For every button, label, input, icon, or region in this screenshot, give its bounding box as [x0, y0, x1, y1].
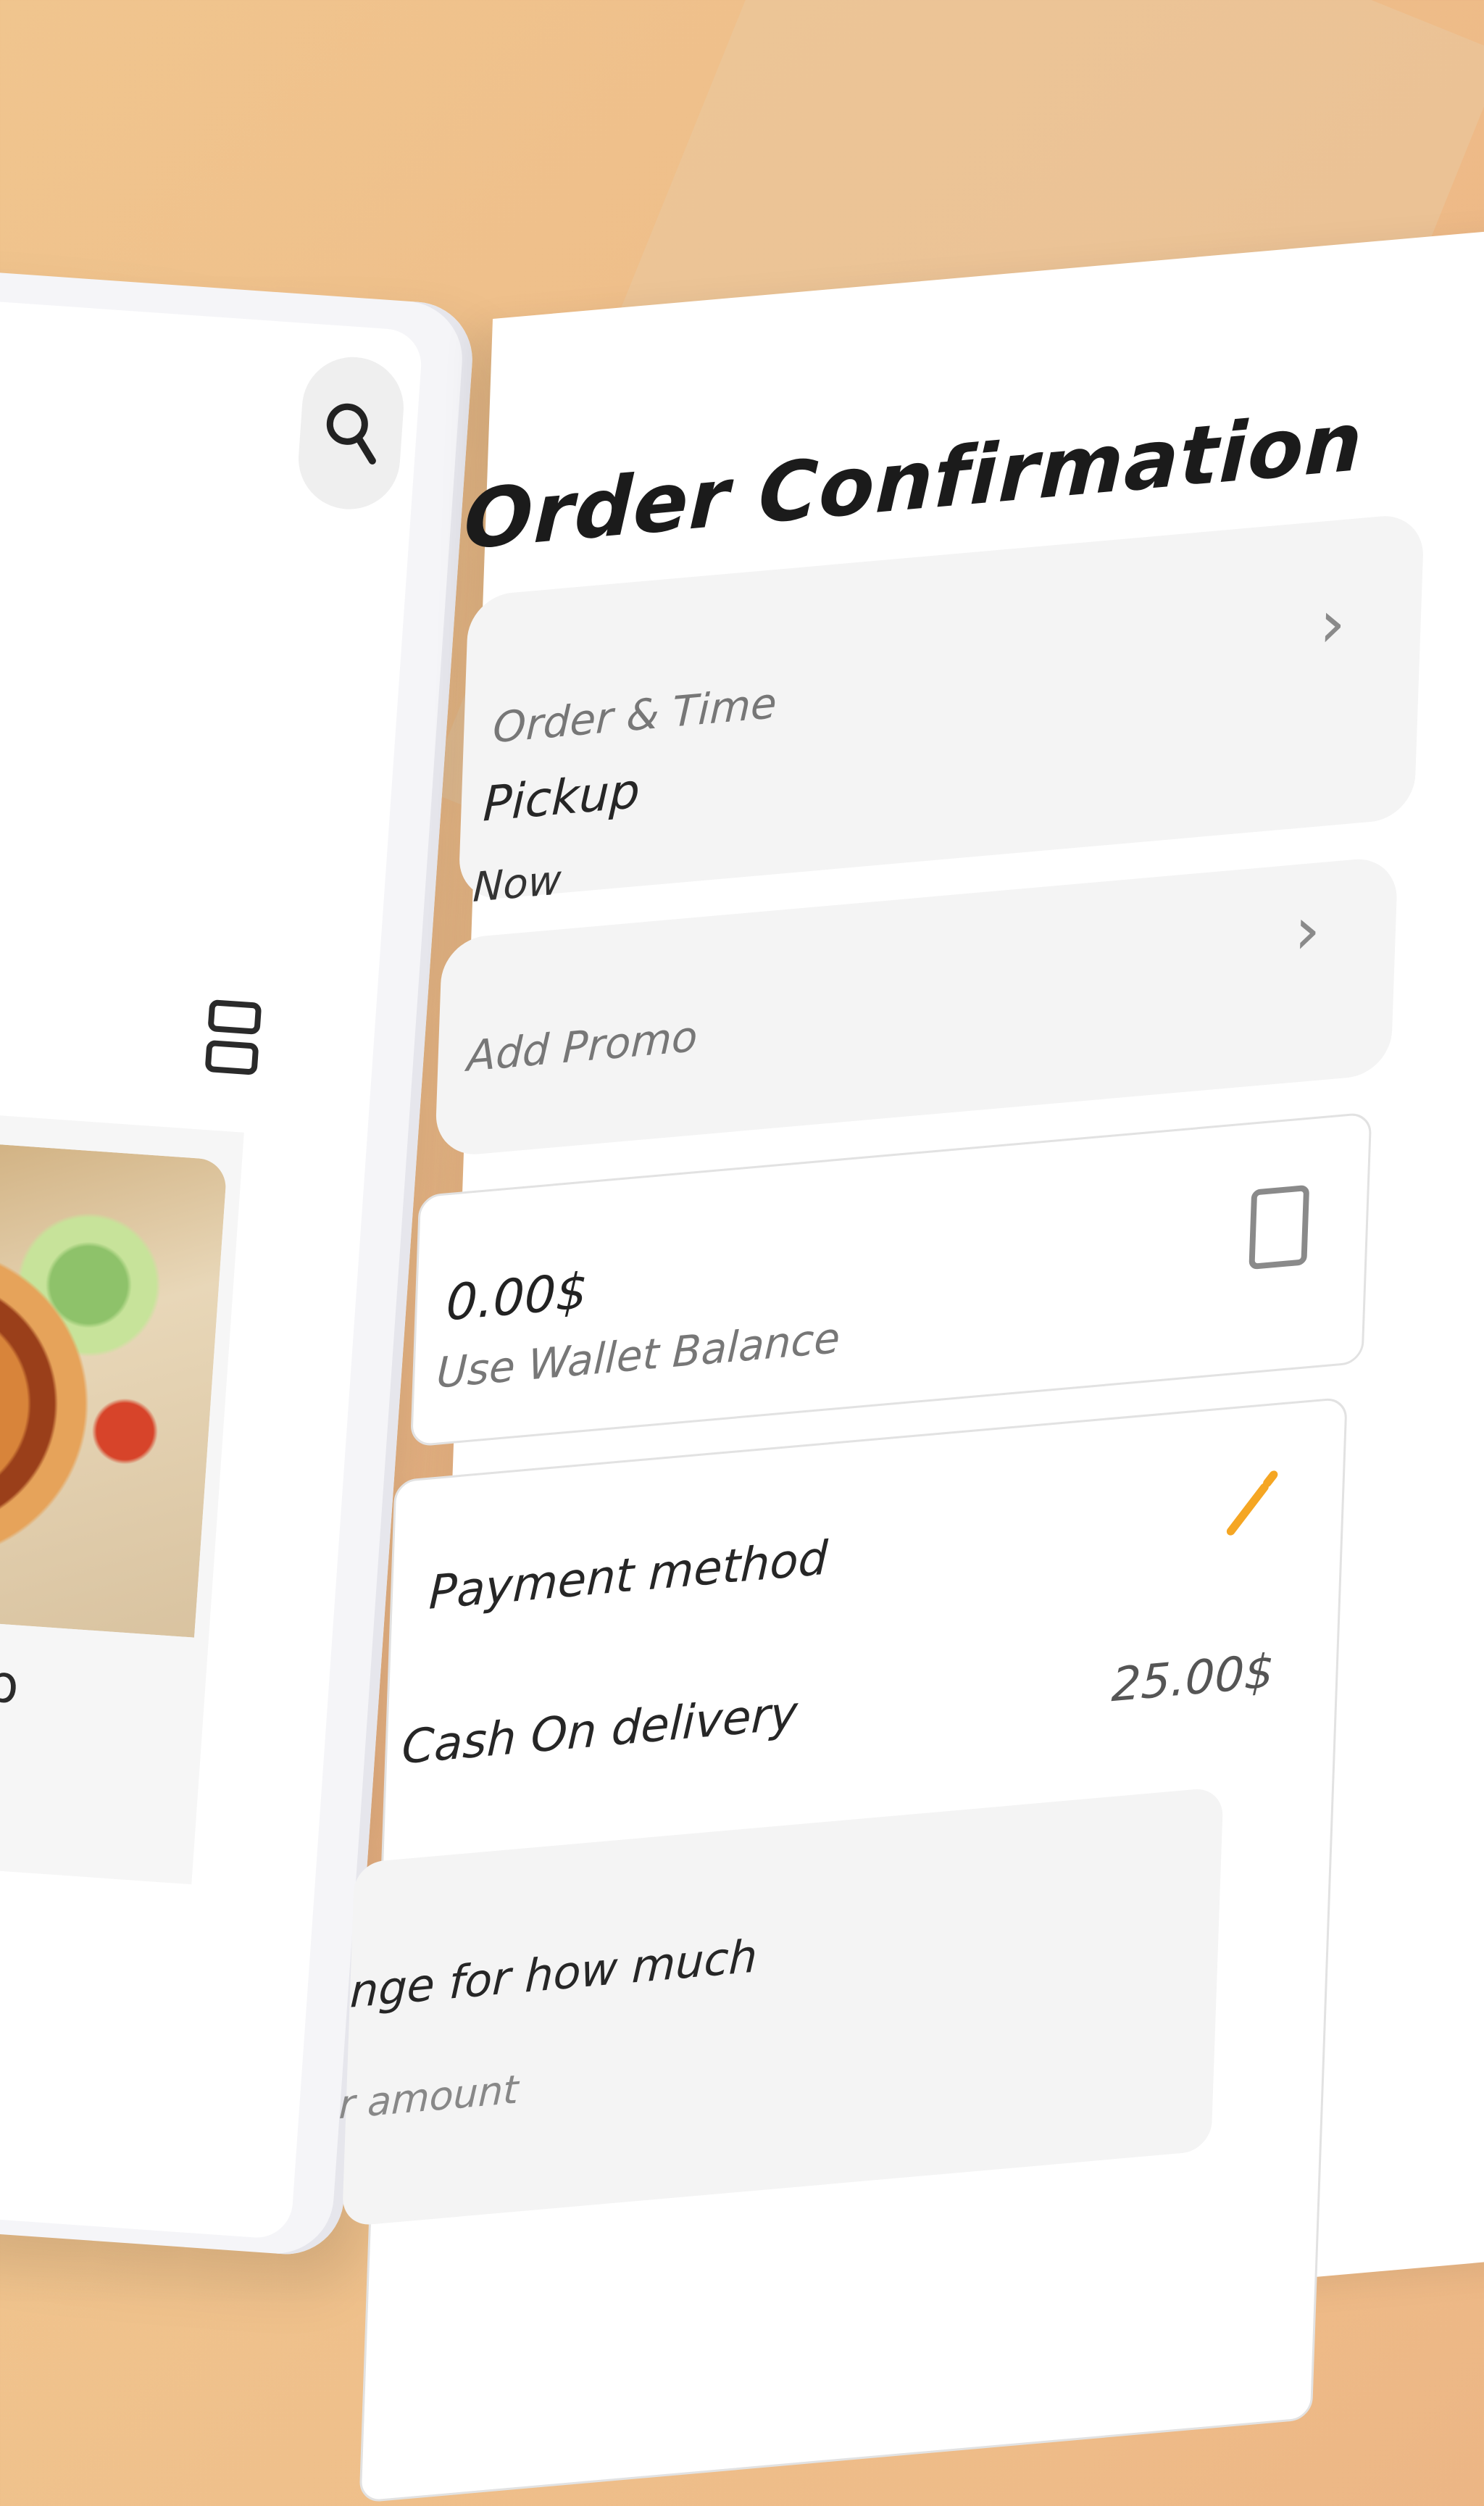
chevron-right-icon: ›	[1293, 891, 1322, 970]
add-promo-card[interactable]: Add Promo ›	[434, 855, 1398, 1158]
chevron-right-icon: ›	[1318, 584, 1347, 664]
wallet-checkbox[interactable]	[1249, 1184, 1310, 1270]
search-button[interactable]	[295, 354, 407, 513]
order-time-value: Now	[472, 857, 562, 912]
wallet-balance-card: 0.00$ Use Wallet Balance	[410, 1112, 1372, 1447]
payment-method-value: Cash On delivery	[401, 1686, 799, 1776]
payment-method-card: Payment method Cash On delivery 25.00$ n…	[338, 1396, 1348, 2504]
change-amount-label: nge for how much	[349, 1929, 759, 2018]
food-item-title: n Tikka Keb	[0, 1633, 21, 1715]
search-icon	[326, 403, 376, 465]
add-promo-label: Add Promo	[466, 1011, 699, 1081]
food-item-card[interactable]: n Tikka Keb 0	[0, 1099, 244, 1885]
payment-amount: 25.00$	[1110, 1644, 1275, 1713]
change-amount-field[interactable]: nge for how much r amount	[338, 1786, 1224, 2227]
edit-payment-button[interactable]	[1217, 1470, 1285, 1541]
order-confirmation-panel: Order Confirmation Order & Time Pickup N…	[338, 210, 1484, 2504]
grid-view-icon-lower	[204, 1039, 259, 1075]
pencil-icon	[1226, 1470, 1278, 1536]
food-image	[0, 1128, 228, 1638]
grid-view-toggle[interactable]	[203, 999, 267, 1097]
order-type-value: Pickup	[482, 762, 641, 833]
grid-view-icon	[207, 999, 262, 1035]
order-time-label: Order & Time	[492, 678, 778, 753]
wallet-amount: 0.00$	[445, 1262, 588, 1333]
order-time-card[interactable]: Order & Time Pickup Now ›	[458, 512, 1425, 912]
change-amount-placeholder: r amount	[338, 2066, 520, 2128]
payment-method-title: Payment method	[428, 1531, 829, 1620]
